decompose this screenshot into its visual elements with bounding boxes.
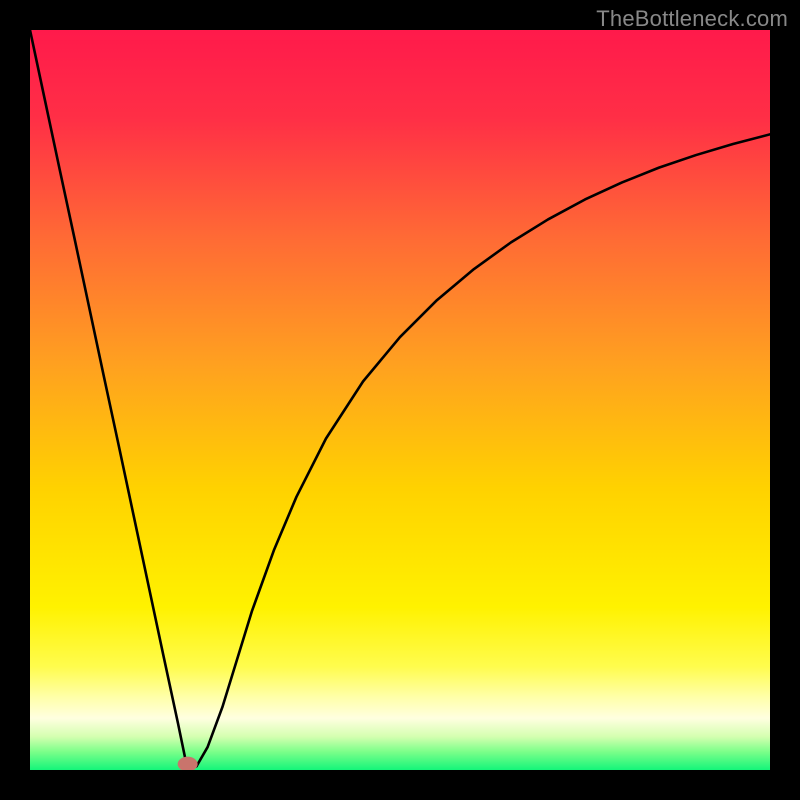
attribution-label: TheBottleneck.com <box>596 6 788 32</box>
plot-area <box>30 30 770 770</box>
chart-svg <box>30 30 770 770</box>
chart-container: TheBottleneck.com <box>0 0 800 800</box>
gradient-background <box>30 30 770 770</box>
